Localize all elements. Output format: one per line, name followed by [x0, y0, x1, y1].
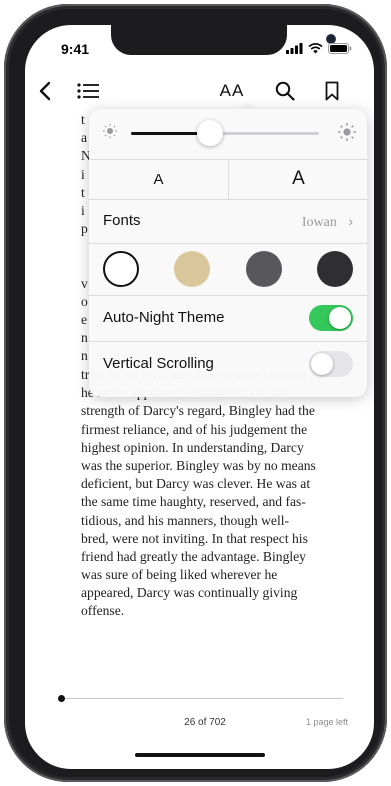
font-size-label: AA [219, 81, 245, 100]
book-text: trast to his own, and though with his ow… [81, 366, 343, 621]
reader-toolbar: AA [25, 77, 374, 105]
phone-frame: 9:41 AA t a N i t i p v o e n n he stren… [4, 4, 387, 782]
pages-left: 1 page left [305, 717, 348, 727]
magnifier-icon [275, 81, 295, 101]
auto-night-label: Auto-Night Theme [103, 309, 225, 326]
theme-gray-button[interactable] [245, 251, 282, 287]
text-line: appeared, Darcy was continually giving [81, 585, 298, 601]
themes-row [89, 243, 367, 296]
page-count: 26 of 702 [184, 717, 226, 728]
auto-night-toggle[interactable] [309, 305, 353, 331]
status-icons [286, 43, 352, 54]
brightness-thumb[interactable] [196, 120, 223, 146]
brightness-slider[interactable] [131, 120, 319, 146]
theme-sepia-button[interactable] [174, 251, 211, 287]
text-line: firmest reliance, and of his judgement t… [81, 421, 308, 437]
fonts-label: Fonts [103, 212, 141, 229]
toggle-knob [311, 353, 333, 375]
reading-progress-slider[interactable] [58, 695, 343, 702]
appearance-button[interactable]: AA [215, 77, 249, 105]
status-time: 9:41 [61, 41, 90, 57]
chevron-left-icon [39, 81, 51, 101]
theme-white-button[interactable] [103, 251, 139, 287]
text-line: bred, were not inviting. In that respect… [81, 530, 308, 546]
brightness-low-icon [103, 124, 117, 138]
vertical-scrolling-label: Vertical Scrolling [103, 355, 214, 372]
font-size-row: A A [89, 159, 367, 200]
text-line: was the superior. Bingley was by no mean… [81, 457, 316, 473]
search-button[interactable] [272, 77, 298, 105]
list-icon [77, 83, 99, 99]
fonts-row[interactable]: Fonts Iowan › [89, 199, 367, 244]
vertical-scrolling-row: Vertical Scrolling [89, 341, 367, 397]
theme-night-button[interactable] [317, 251, 353, 287]
toggle-knob [329, 307, 351, 329]
text-line: highest opinion. In understanding, Darcy [81, 439, 304, 455]
text-line: offense. [81, 603, 125, 619]
screen: 9:41 AA t a N i t i p v o e n n he stren… [25, 25, 374, 769]
decrease-font-button[interactable]: A [89, 159, 228, 199]
increase-font-button[interactable]: A [228, 159, 367, 199]
battery-icon [328, 43, 352, 54]
bookmark-button[interactable] [321, 77, 343, 105]
cellular-signal-icon [286, 43, 303, 54]
text-line: the same time haughty, reserved, and fas… [81, 494, 306, 510]
auto-night-row: Auto-Night Theme [89, 295, 367, 342]
text-line: was sure of being liked wherever he [81, 567, 278, 583]
text-line: friend had greatly the advantage. Bingle… [81, 548, 306, 564]
wifi-icon [308, 43, 323, 54]
vertical-scrolling-toggle[interactable] [309, 351, 353, 377]
appearance-popover: A A Fonts Iowan › Auto-Night Theme Verti… [89, 109, 367, 397]
table-of-contents-button[interactable] [75, 77, 101, 105]
progress-thumb[interactable] [58, 695, 65, 702]
brightness-high-icon [338, 123, 356, 141]
front-camera [327, 35, 335, 43]
current-font: Iowan [301, 215, 337, 230]
brightness-row [89, 109, 367, 160]
notch [111, 25, 335, 55]
back-button[interactable] [33, 77, 57, 105]
text-line: deficient, but Darcy was clever. He was … [81, 476, 311, 492]
text-line: tidious, and his manners, though well- [81, 512, 290, 528]
home-indicator[interactable] [135, 753, 265, 757]
fonts-value: Iowan › [302, 213, 353, 231]
text-line: strength of Darcy's regard, Bingley had … [81, 403, 315, 419]
bookmark-icon [325, 81, 339, 101]
chevron-right-icon: › [348, 213, 353, 229]
